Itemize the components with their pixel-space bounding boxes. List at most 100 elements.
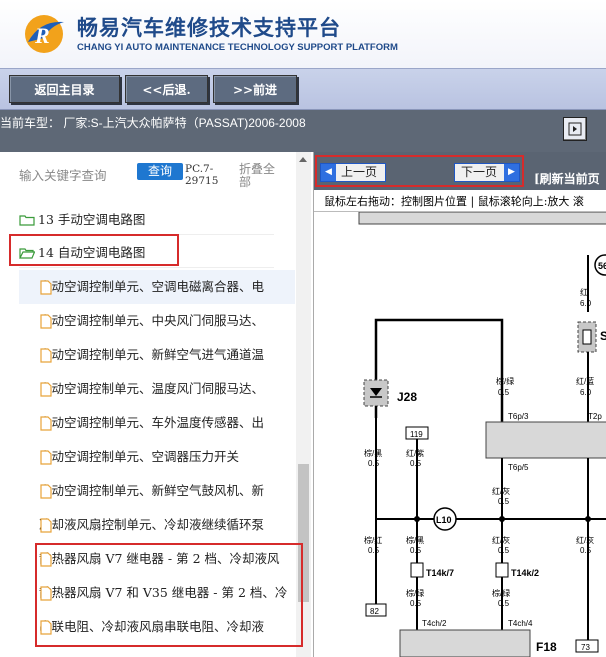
expand-arrow-icon: [568, 122, 582, 136]
wire-size: 0.5: [498, 497, 510, 506]
scroll-up-icon[interactable]: [299, 157, 307, 162]
circle-56-label: 56: [598, 261, 606, 271]
tree-item[interactable]: 自动空调控制单元、温度风门伺服马达、: [19, 372, 295, 406]
tree-item-label: 自动空调控制单元、温度风门伺服马达、: [39, 381, 265, 396]
connector-label: T6p/3: [508, 412, 529, 421]
document-icon: [40, 552, 52, 567]
wire-label: 红/蓝: [576, 376, 594, 386]
tree-item-label: 冷却液风扇控制单元、冷却液继续循环泵: [39, 517, 265, 532]
folder-icon: [19, 215, 35, 226]
nav-toolbar: 返回主目录 <<后退. >>前进: [0, 68, 606, 110]
component-j28-label: J28: [397, 390, 417, 404]
tree-folder-label: 13 手动空调电路图: [38, 212, 146, 227]
document-icon: [40, 484, 52, 499]
wire-label: 红/紫: [406, 448, 424, 458]
wire-size: 0.5: [410, 599, 422, 608]
reference-box: 82: [370, 607, 379, 616]
wire-label: 红/灰: [492, 486, 510, 496]
toggle-panel-button[interactable]: [563, 117, 587, 141]
tree-item-label: 串联电阻、冷却液风扇串联电阻、冷却液: [39, 619, 265, 634]
current-vehicle-label: 当前车型： 厂家:S-上汽大众帕萨特（PASSAT)2006-2008: [0, 116, 306, 130]
next-page-button[interactable]: 下一页 ▶: [454, 163, 520, 182]
prev-page-label: 上一页: [341, 165, 378, 179]
site-title: 畅易汽车维修技术支持平台: [77, 15, 341, 40]
wire-size: 6.0: [580, 299, 592, 308]
wire-size: 0.5: [410, 459, 422, 468]
document-icon: [40, 586, 52, 601]
refresh-page-link[interactable]: [刷新当前页: [534, 170, 600, 187]
collapse-all-button[interactable]: 折叠全部: [239, 163, 275, 189]
brand-logo-icon: R: [25, 15, 64, 53]
wire-label: 红/灰: [492, 535, 510, 545]
document-icon: [40, 450, 52, 465]
diagram-panel: ◀ 上一页 下一页 ▶ [刷新当前页 鼠标左右拖动：控制图片位置 | 鼠标滚轮向…: [313, 152, 606, 657]
app-page: R 畅易汽车维修技术支持平台 CHANG YI AUTO MAINTENANCE…: [0, 0, 606, 657]
pc-code-label: PC.7-29715: [185, 163, 219, 187]
tree-item[interactable]: 冷却液风扇控制单元、冷却液继续循环泵: [19, 508, 295, 542]
wire-label: 棕/黑: [406, 535, 424, 545]
tree-folder[interactable]: 14 自动空调电路图: [19, 238, 274, 268]
tree-item-label: 散热器风扇 V7 继电器 - 第 2 档、冷却液风: [39, 551, 280, 566]
tree-item[interactable]: 串联电阻、冷却液风扇串联电阻、冷却液: [19, 610, 295, 644]
tree-folder[interactable]: 13 手动空调电路图: [19, 205, 274, 235]
tree-item-label: 自动空调控制单元、中央风门伺服马达、: [39, 313, 265, 328]
wire-size: 0.5: [498, 599, 510, 608]
wire-size: 6.0: [580, 388, 592, 397]
wire-label: 红/灰: [576, 535, 594, 545]
tree-item-label: 自动空调控制单元、新鲜空气进气通道温: [39, 347, 265, 362]
component-l10-label: L10: [436, 515, 452, 525]
connector-label: T14k/2: [511, 568, 539, 578]
document-icon: [40, 620, 52, 635]
tree-item[interactable]: 散热器风扇 V7 继电器 - 第 2 档、冷却液风: [19, 542, 295, 576]
tree-item-label: 散热器风扇 V7 和 V35 继电器 - 第 2 档、冷: [39, 585, 288, 600]
document-icon: [40, 518, 52, 533]
component-f18-label: F18: [536, 640, 557, 654]
connector-label: T6p/5: [508, 463, 529, 472]
wiring-diagram[interactable]: 56 S 红 6.0 红/蓝 6.0 J28 T6p/3 T2p T6p/5 棕…: [314, 212, 606, 657]
scroll-thumb[interactable]: [298, 464, 309, 602]
wire-size: 0.5: [368, 459, 380, 468]
tree-item[interactable]: 自动空调控制单元、空调电磁离合器、电: [19, 270, 295, 304]
connector-label: T4ch/4: [508, 619, 533, 628]
tree-item-label: 自动空调控制单元、空调电磁离合器、电: [39, 279, 265, 294]
search-input[interactable]: 输入关键字查询: [19, 165, 107, 184]
document-icon: [40, 382, 52, 397]
tree-item[interactable]: 自动空调控制单元、新鲜空气鼓风机、新: [19, 474, 295, 508]
component-s-label: S: [600, 329, 606, 343]
site-subtitle: CHANG YI AUTO MAINTENANCE TECHNOLOGY SUP…: [77, 42, 398, 53]
tree-item[interactable]: 自动空调控制单元、新鲜空气进气通道温: [19, 338, 295, 372]
arrow-right-icon: ▶: [504, 164, 519, 181]
wire-size: 0.5: [498, 546, 510, 555]
vehicle-info-bar: 当前车型： 厂家:S-上汽大众帕萨特（PASSAT)2006-2008: [0, 110, 606, 152]
wire-label: 棕/绿: [496, 376, 514, 386]
next-page-label: 下一页: [461, 165, 498, 179]
tree-item[interactable]: 散热器风扇 V7 和 V35 继电器 - 第 2 档、冷: [19, 576, 295, 610]
tree-item-label: 自动空调控制单元、车外温度传感器、出: [39, 415, 265, 430]
document-icon: [40, 314, 52, 329]
connector-label: T2p: [588, 412, 602, 421]
tree-scrollbar[interactable]: [296, 152, 311, 657]
tree-folder-label: 14 自动空调电路图: [38, 245, 146, 260]
tree-item[interactable]: 自动空调控制单元、车外温度传感器、出: [19, 406, 295, 440]
svg-text:R: R: [34, 23, 50, 48]
home-button[interactable]: 返回主目录: [9, 75, 120, 103]
wire-size: 0.5: [368, 546, 380, 555]
connector-label: T14k/7: [426, 568, 454, 578]
wire-size: 0.5: [410, 546, 422, 555]
wire-size: 0.5: [580, 546, 592, 555]
search-button[interactable]: 查询: [137, 163, 183, 180]
folder-open-icon: [19, 248, 36, 259]
connector-label: T4ch/2: [422, 619, 447, 628]
tree-item-label: 自动空调控制单元、空调器压力开关: [39, 449, 240, 464]
tree-item[interactable]: 自动空调控制单元、中央风门伺服马达、: [19, 304, 295, 338]
catalog-panel: 输入关键字查询 查询 PC.7-29715 折叠全部 13 手动空调电路图 14…: [0, 152, 311, 657]
reference-box: 73: [581, 643, 590, 652]
back-button[interactable]: <<后退.: [125, 75, 208, 103]
prev-page-button[interactable]: ◀ 上一页: [320, 163, 386, 182]
document-icon: [40, 416, 52, 431]
tree-item[interactable]: 自动空调控制单元、空调器压力开关: [19, 440, 295, 474]
site-header: R 畅易汽车维修技术支持平台 CHANG YI AUTO MAINTENANCE…: [0, 0, 606, 68]
reference-box: 119: [410, 430, 423, 439]
tree-item-label: 自动空调控制单元、新鲜空气鼓风机、新: [39, 483, 265, 498]
forward-button[interactable]: >>前进: [213, 75, 297, 103]
